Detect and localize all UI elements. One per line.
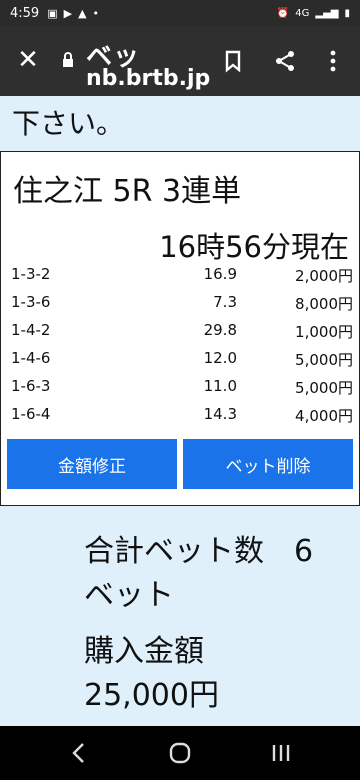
bet-odds: 29.8 [203, 321, 237, 339]
bet-row: 1-6-3 11.0 5,000円 [1, 374, 359, 400]
dot-icon: • [92, 6, 100, 20]
network-type: 4G [295, 7, 310, 19]
recents-icon[interactable] [266, 738, 296, 768]
bet-combo: 1-3-2 [11, 265, 51, 283]
bet-row: 1-3-2 16.9 2,000円 [1, 262, 359, 288]
bet-amount: 5,000円 [295, 351, 353, 369]
current-time: 16時56分現在 [159, 230, 349, 264]
status-icons: ▣ ▶ ▲ • [47, 7, 99, 20]
bet-odds: 16.9 [203, 265, 237, 283]
bet-odds: 7.3 [213, 293, 237, 311]
status-bar: 4:59 ▣ ▶ ▲ • ⏰ 4G ▂▄▆ ▮ [0, 0, 360, 26]
close-icon[interactable]: ✕ [14, 46, 42, 74]
bet-combo: 1-6-3 [11, 377, 51, 395]
back-icon[interactable] [64, 738, 94, 768]
bet-amount: 5,000円 [295, 379, 353, 397]
bet-odds: 11.0 [203, 377, 237, 395]
bet-combo: 1-4-6 [11, 349, 51, 367]
status-right: ⏰ 4G ▂▄▆ ▮ [277, 8, 350, 19]
more-vert-icon[interactable] [320, 48, 346, 74]
alarm-icon: ⏰ [276, 7, 290, 19]
lock-icon [63, 52, 73, 67]
bet-row: 1-4-6 12.0 5,000円 [1, 346, 359, 372]
page-content: 下さい。 住之江 5R 3連単 16時56分現在 1-3-2 16.9 2,00… [0, 96, 360, 726]
share-icon[interactable] [272, 48, 298, 74]
url-text[interactable]: nb.brtb.jp [86, 66, 210, 91]
play-icon: ▶ [63, 6, 73, 20]
purchase-amount-label: 購入金額 [84, 634, 204, 669]
total-bets-label: 合計ベット数 6 [84, 534, 314, 569]
edit-amount-button[interactable]: 金額修正 [7, 439, 177, 489]
bet-odds: 14.3 [203, 405, 237, 423]
bet-row: 1-4-2 29.8 1,000円 [1, 318, 359, 344]
bet-amount: 8,000円 [295, 295, 353, 313]
bet-amount: 4,000円 [295, 407, 353, 425]
bet-amount: 1,000円 [295, 323, 353, 341]
system-nav-bar [0, 726, 360, 780]
bet-combo: 1-4-2 [11, 321, 51, 339]
race-title: 住之江 5R 3連単 [13, 174, 242, 209]
purchase-amount-value: 25,000円 [84, 678, 219, 713]
bet-amount: 2,000円 [295, 267, 353, 285]
delete-bet-button[interactable]: ベット削除 [183, 439, 353, 489]
bet-row: 1-6-4 14.3 4,000円 [1, 402, 359, 428]
bet-card: 住之江 5R 3連単 16時56分現在 1-3-2 16.9 2,000円 1-… [0, 151, 360, 506]
bet-combo: 1-3-6 [11, 293, 51, 311]
bet-odds: 12.0 [203, 349, 237, 367]
image-icon: ▣ [47, 6, 58, 20]
signal-icon: ▂▄▆ [315, 7, 339, 19]
browser-toolbar: ✕ ベッ nb.brtb.jp [0, 26, 360, 96]
bet-row: 1-3-6 7.3 8,000円 [1, 290, 359, 316]
bookmark-icon[interactable] [220, 48, 246, 74]
top-text: 下さい。 [12, 107, 125, 140]
status-time: 4:59 [10, 5, 40, 21]
home-icon[interactable] [165, 738, 195, 768]
bet-combo: 1-6-4 [11, 405, 51, 423]
battery-icon: ▮ [344, 7, 350, 19]
total-bets-unit: ベット [84, 578, 174, 613]
warning-icon: ▲ [78, 6, 87, 20]
